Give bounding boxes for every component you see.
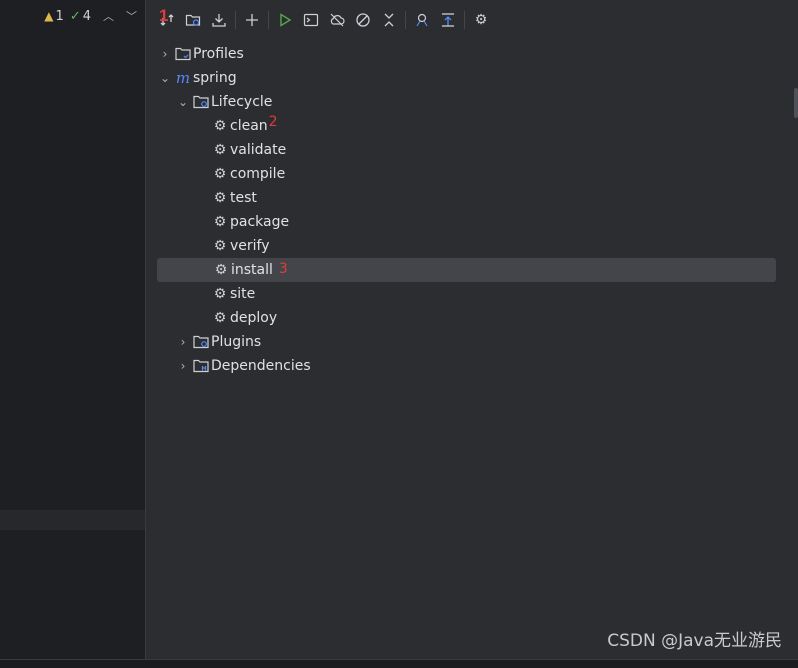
tree-node-label: spring (193, 70, 237, 86)
dependencies-folder-icon (192, 358, 210, 374)
profiles-folder-icon (174, 46, 192, 62)
lifecycle-goal-clean[interactable]: ⚙ clean 2 (156, 114, 776, 138)
play-icon (280, 13, 292, 27)
previous-highlight-icon[interactable]: ︿ (103, 8, 114, 24)
folder-sync-icon (185, 14, 201, 26)
editor-inspection-status[interactable]: ▲ 1 ✓ 4 ︿ ﹀ (44, 6, 137, 26)
tree-node-project[interactable]: ⌄ m spring (156, 66, 776, 90)
chevron-down-icon[interactable]: ⌄ (174, 95, 192, 109)
tree-node-profiles[interactable]: › Profiles (156, 42, 776, 66)
download-icon (212, 14, 226, 27)
gear-icon: ⚙ (213, 238, 227, 254)
dependencies-icon (416, 13, 428, 27)
goal-label: deploy (230, 310, 278, 326)
collapse-icon (384, 13, 394, 27)
gear-icon: ⚙ (213, 166, 227, 182)
add-maven-project-button[interactable] (239, 8, 265, 32)
skip-tests-button[interactable] (350, 8, 376, 32)
watermark: CSDN @Java无业游民 (607, 631, 782, 651)
maven-settings-button[interactable]: ⚙ (468, 8, 494, 32)
warnings-count[interactable]: ▲ 1 (44, 9, 64, 24)
lifecycle-goal-site[interactable]: ⚙ site (156, 282, 776, 306)
lifecycle-goal-package[interactable]: ⚙ package (156, 210, 776, 234)
tree-node-dependencies[interactable]: › Dependencies (156, 354, 776, 378)
lifecycle-goal-validate[interactable]: ⚙ validate (156, 138, 776, 162)
toggle-offline-mode-button[interactable] (324, 8, 350, 32)
plugins-folder-icon (192, 334, 210, 350)
tree-node-label: Dependencies (211, 358, 311, 374)
terminal-icon (303, 13, 319, 27)
expand-all-button[interactable] (435, 8, 461, 32)
expand-icon (442, 13, 454, 27)
annotation-marker-1: 1 (159, 6, 169, 25)
gear-icon: ⚙ (213, 286, 227, 302)
lifecycle-goal-verify[interactable]: ⚙ verify (156, 234, 776, 258)
skip-icon (356, 13, 370, 27)
goal-label: site (230, 286, 256, 302)
annotation-marker-2: 2 (268, 114, 278, 130)
run-maven-build-button[interactable] (272, 8, 298, 32)
gear-icon: ⚙ (213, 310, 227, 326)
goal-label: install (231, 262, 273, 278)
gear-icon: ⚙ (474, 12, 488, 28)
collapse-all-button[interactable] (376, 8, 402, 32)
toolbar-separator (268, 11, 269, 29)
maven-projects-tree: › Profiles ⌄ m spring ⌄ Lifecycle ⚙ clea… (156, 42, 776, 378)
annotation-marker-3: 3 (278, 261, 288, 277)
chevron-right-icon[interactable]: › (174, 359, 192, 373)
chevron-right-icon[interactable]: › (156, 47, 174, 61)
chevron-right-icon[interactable]: › (174, 335, 192, 349)
checks-count[interactable]: ✓ 4 (70, 9, 91, 24)
goal-label: validate (230, 142, 287, 158)
goal-label: compile (230, 166, 286, 182)
gear-icon: ⚙ (213, 118, 227, 134)
lifecycle-goal-compile[interactable]: ⚙ compile (156, 162, 776, 186)
warning-icon: ▲ (44, 9, 54, 23)
reload-all-maven-projects-button[interactable]: 1 (154, 6, 180, 32)
show-dependencies-button[interactable] (409, 8, 435, 32)
tree-node-lifecycle[interactable]: ⌄ Lifecycle (156, 90, 776, 114)
maven-tool-window: 1 ⚙ › Profiles ⌄ m spring ⌄ Lifecycle ⚙ … (146, 0, 798, 659)
generate-sources-button[interactable] (180, 8, 206, 32)
editor-pane: ▲ 1 ✓ 4 ︿ ﹀ (0, 0, 145, 659)
tree-node-label: Profiles (193, 46, 244, 62)
goal-label: package (230, 214, 290, 230)
gear-icon: ⚙ (213, 214, 227, 230)
goal-label: clean (230, 118, 268, 134)
tree-node-plugins[interactable]: › Plugins (156, 330, 776, 354)
execute-maven-goal-button[interactable] (298, 8, 324, 32)
lifecycle-goal-deploy[interactable]: ⚙ deploy (156, 306, 776, 330)
lifecycle-goal-test[interactable]: ⚙ test (156, 186, 776, 210)
gear-icon: ⚙ (213, 190, 227, 206)
toolbar-separator (405, 11, 406, 29)
maven-project-icon: m (175, 69, 191, 87)
gear-icon: ⚙ (213, 142, 227, 158)
gear-icon: ⚙ (214, 262, 228, 278)
tree-node-label: Lifecycle (211, 94, 273, 110)
chevron-down-icon[interactable]: ⌄ (156, 71, 174, 85)
next-highlight-icon[interactable]: ﹀ (126, 8, 137, 24)
goal-label: test (230, 190, 257, 206)
check-icon: ✓ (69, 8, 81, 24)
plus-icon (246, 14, 258, 26)
maven-toolbar: 1 ⚙ (154, 6, 494, 32)
goal-label: verify (230, 238, 270, 254)
vertical-scrollbar[interactable] (794, 88, 798, 118)
lifecycle-folder-icon (192, 94, 210, 110)
toolbar-separator (235, 11, 236, 29)
tree-node-label: Plugins (211, 334, 262, 350)
toolbar-separator (464, 11, 465, 29)
cloud-off-icon (330, 13, 345, 27)
lifecycle-goal-install[interactable]: ⚙ install 3 (157, 258, 776, 282)
current-line-highlight (0, 510, 145, 530)
download-sources-button[interactable] (206, 8, 232, 32)
